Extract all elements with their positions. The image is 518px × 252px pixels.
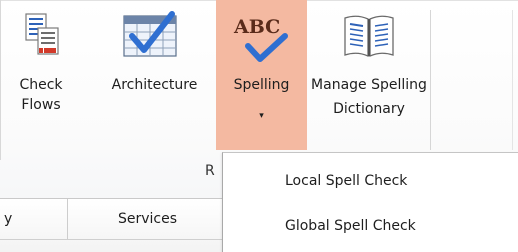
menu-item-local-spell-check[interactable]: Local Spell Check — [223, 161, 518, 201]
check-flows-button[interactable]: Check Flows — [14, 0, 68, 150]
check-flows-label-line2: Flows — [21, 97, 61, 113]
check-flows-icon — [25, 13, 59, 55]
manage-spelling-label-line1: Manage Spelling — [311, 77, 427, 93]
grid-header-bottom-border — [0, 239, 225, 240]
manage-spelling-dictionary-button[interactable]: Manage Spelling Dictionary — [309, 0, 429, 150]
spelling-checkmark-icon — [245, 33, 288, 62]
menu-item-global-spell-check[interactable]: Global Spell Check — [223, 206, 518, 246]
grid-column-divider[interactable] — [67, 199, 68, 239]
spelling-label: Spelling — [233, 77, 290, 93]
ribbon-group-separator — [430, 10, 431, 150]
spelling-button[interactable]: ABC Spelling ▾ — [216, 0, 307, 150]
chevron-down-icon: ▾ — [259, 111, 264, 121]
grid-column-header-services[interactable]: Services — [118, 199, 218, 239]
dictionary-book-icon — [344, 15, 394, 58]
check-flows-label-line1: Check — [19, 77, 63, 93]
ribbon-group-separator-right — [512, 10, 513, 150]
ribbon-left-border — [0, 0, 1, 160]
architecture-label: Architecture — [111, 77, 198, 93]
spelling-dropdown-menu: Local Spell Check Global Spell Check — [222, 152, 518, 252]
architecture-button[interactable]: Architecture — [94, 0, 215, 150]
architecture-icon — [123, 11, 177, 57]
grid-column-header-partial[interactable]: y — [4, 199, 24, 239]
spelling-abc-icon: ABC — [232, 16, 292, 64]
manage-spelling-label-line2: Dictionary — [333, 101, 405, 117]
grid-header: y Services — [0, 198, 225, 252]
